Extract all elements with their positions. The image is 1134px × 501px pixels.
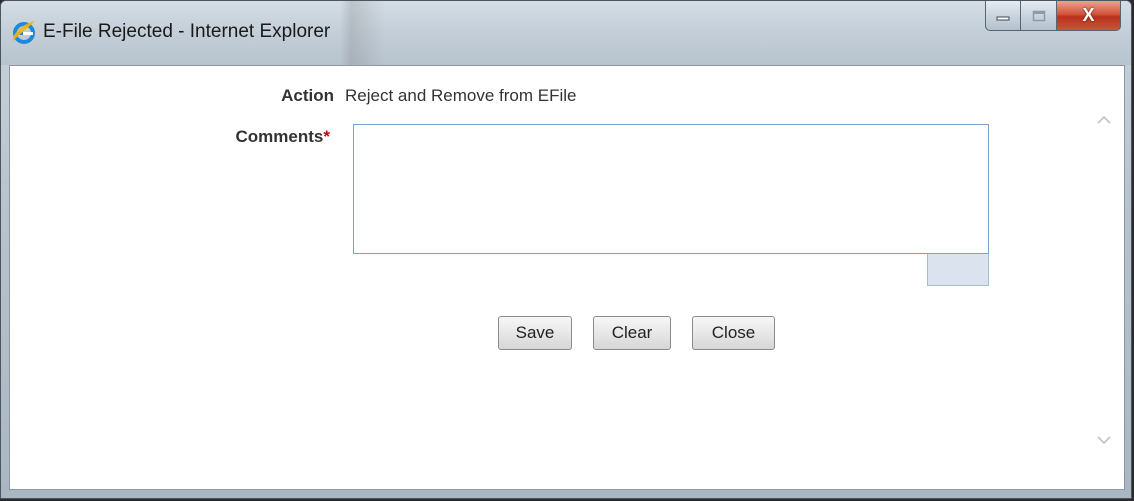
required-marker: *: [323, 127, 330, 146]
window-title: E-File Rejected - Internet Explorer: [43, 21, 331, 42]
comments-label: Comments*: [180, 127, 330, 147]
ie-window: E-File Rejected - Internet Explorer X Ac…: [0, 0, 1132, 499]
minimize-icon: [996, 16, 1010, 20]
action-label: Action: [281, 86, 334, 105]
save-button[interactable]: Save: [498, 316, 572, 350]
minimize-button[interactable]: [985, 1, 1021, 31]
dialog-content: Action Reject and Remove from EFile Comm…: [9, 65, 1125, 490]
close-icon: X: [1082, 5, 1095, 25]
clear-button[interactable]: Clear: [593, 316, 671, 350]
action-value: Reject and Remove from EFile: [345, 86, 577, 105]
title-bar[interactable]: E-File Rejected - Internet Explorer X: [1, 1, 1131, 65]
comments-resize-handle[interactable]: [927, 254, 989, 286]
maximize-icon: [1032, 10, 1045, 21]
scroll-up-icon[interactable]: [1096, 112, 1112, 128]
maximize-button[interactable]: [1021, 1, 1057, 31]
scroll-down-icon[interactable]: [1096, 432, 1112, 448]
internet-explorer-icon: [12, 21, 35, 44]
close-window-button[interactable]: X: [1057, 1, 1121, 31]
window-controls: X: [985, 1, 1121, 33]
comments-label-text: Comments: [235, 127, 324, 146]
comments-input[interactable]: [353, 124, 989, 254]
close-button[interactable]: Close: [692, 316, 775, 350]
